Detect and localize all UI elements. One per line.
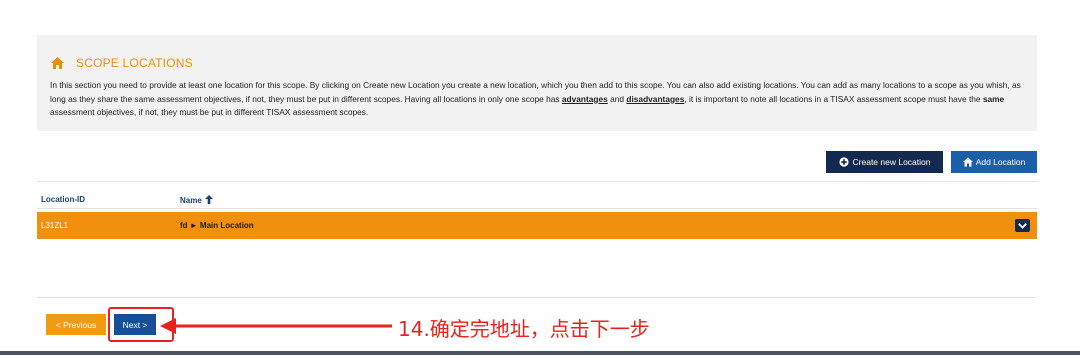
annotation-arrow-icon xyxy=(160,318,392,334)
add-location-label: Add Location xyxy=(975,157,1026,167)
section-title: SCOPE LOCATIONS xyxy=(76,56,193,70)
column-header-name[interactable]: Name xyxy=(180,195,213,205)
bottom-border xyxy=(0,351,1080,355)
create-new-location-label: Create new Location xyxy=(852,157,931,167)
table-top-divider xyxy=(37,181,1037,182)
scope-locations-panel: SCOPE LOCATIONS In this section you need… xyxy=(37,35,1037,131)
home-icon xyxy=(962,157,973,167)
same-emphasis: same xyxy=(982,93,1005,104)
column-header-location-id[interactable]: Location-ID xyxy=(41,195,85,204)
section-description: In this section you need to provide at l… xyxy=(50,80,1021,117)
expand-row-button[interactable] xyxy=(1015,219,1030,232)
plus-circle-icon xyxy=(838,157,849,167)
home-icon xyxy=(51,57,64,69)
create-new-location-button[interactable]: Create new Location xyxy=(826,151,943,173)
chevron-down-icon xyxy=(1018,222,1027,229)
add-location-button[interactable]: Add Location xyxy=(951,151,1037,173)
annotation-text: 14.确定完地址，点击下一步 xyxy=(398,317,650,341)
advantages-link[interactable]: advantages xyxy=(562,94,608,104)
sort-ascending-icon xyxy=(204,195,213,204)
disadvantages-link[interactable]: disadvantages xyxy=(626,94,684,104)
table-row[interactable]: L31ZL1 fd ► Main Location xyxy=(37,212,1037,239)
cell-location-id: L31ZL1 xyxy=(41,221,69,230)
cell-location-name: fd ► Main Location xyxy=(180,221,254,230)
scope-locations-header: SCOPE LOCATIONS xyxy=(51,56,193,70)
footer-divider xyxy=(37,297,1037,298)
previous-button[interactable]: < Previous xyxy=(46,314,106,335)
table-header-divider xyxy=(37,208,1037,209)
